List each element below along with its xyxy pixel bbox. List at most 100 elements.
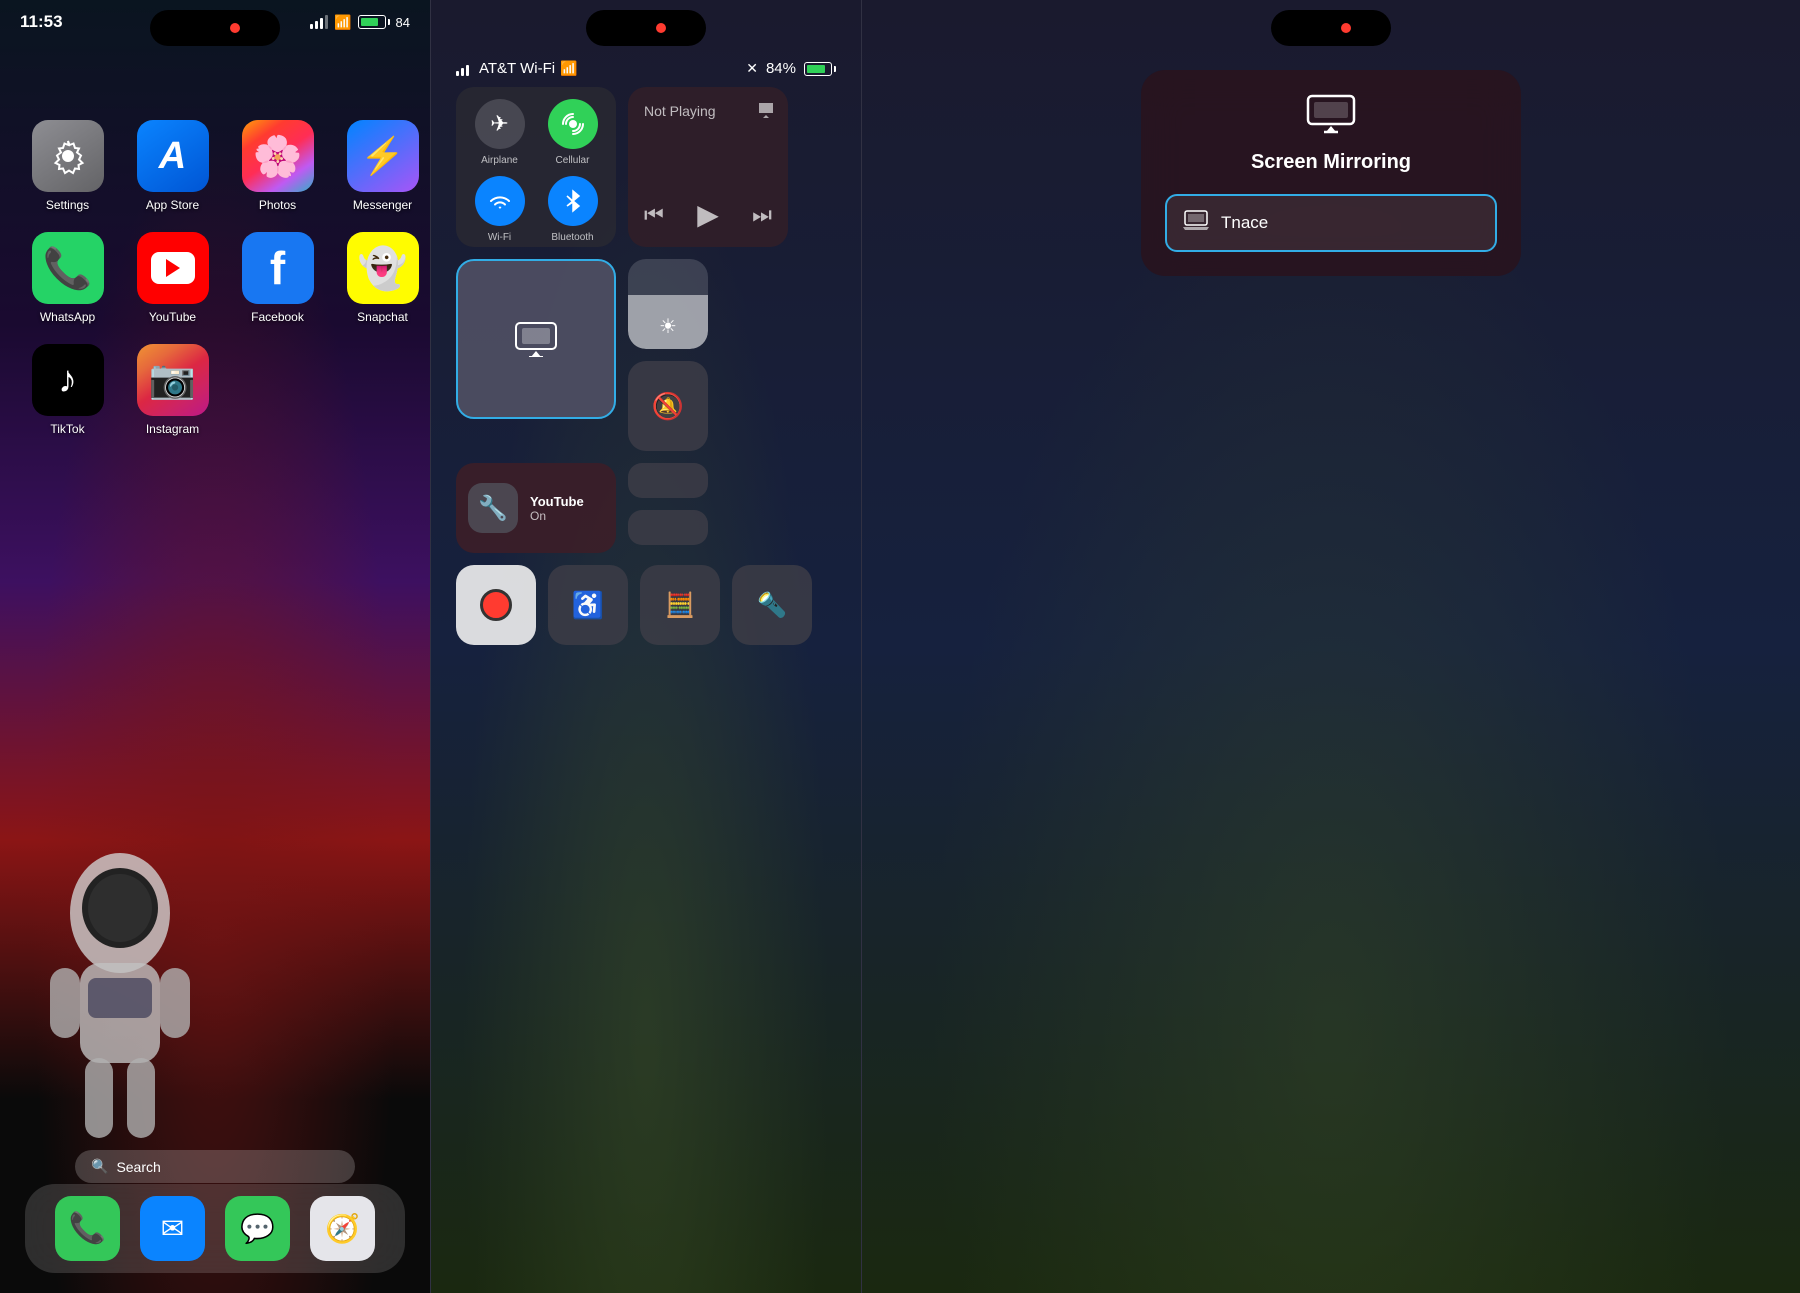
search-bar[interactable]: 🔍 Search (75, 1150, 355, 1183)
app-tiktok[interactable]: ♪ TikTok (25, 344, 110, 436)
bluetooth-control[interactable]: Bluetooth (541, 176, 604, 243)
bluetooth-icon (548, 176, 598, 226)
screen-mirroring-tile[interactable] (456, 259, 616, 419)
dock-mail[interactable]: ✉ (140, 1196, 205, 1261)
app-snapchat[interactable]: 👻 Snapchat (340, 232, 425, 324)
signal-bar-2 (315, 21, 318, 29)
app-photos[interactable]: 🌸 Photos (235, 120, 320, 212)
app-youtube[interactable]: YouTube (130, 232, 215, 324)
control-center-panel: AT&T Wi-Fi 📶 ✕ 84% ✈ Airplane (431, 0, 861, 1293)
not-playing-label: Not Playing (644, 103, 772, 119)
youtube-play-bg (151, 252, 195, 284)
bottom-controls-row: ♿ 🧮 🔦 (456, 565, 836, 645)
screen-mirroring-icon (514, 321, 558, 357)
play-button[interactable]: ▶ (697, 198, 719, 231)
brightness-tile[interactable]: ☀ (628, 259, 708, 349)
youtube-on-tile[interactable]: 🔧 YouTube On (456, 463, 616, 553)
mute-tile[interactable]: 🔕 (628, 361, 708, 451)
accessibility-tile[interactable]: ♿ (548, 565, 628, 645)
screen-record-icon (480, 589, 512, 621)
tiktok-icon: ♪ (32, 344, 104, 416)
wifi-label: Wi-Fi (488, 232, 511, 243)
mirror-device-option[interactable]: Tnace (1165, 194, 1497, 252)
flashlight-tile[interactable]: 🔦 (732, 565, 812, 645)
mirror-device-icon (1183, 210, 1209, 236)
app-facebook[interactable]: f Facebook (235, 232, 320, 324)
cellular-icon (548, 99, 598, 149)
cellular-wave-icon (561, 112, 585, 136)
laptop-icon (1183, 210, 1209, 230)
whatsapp-phone-icon: 📞 (43, 245, 93, 292)
recording-indicator-home (230, 23, 240, 33)
recording-indicator-control (656, 23, 666, 33)
wifi-tile-icon (475, 176, 525, 226)
snapchat-icon: 👻 (347, 232, 419, 304)
wifi-svg-icon (488, 189, 512, 213)
dock-safari[interactable]: 🧭 (310, 1196, 375, 1261)
dock-phone[interactable]: 📞 (55, 1196, 120, 1261)
status-icons-home: 📶 84 (310, 14, 410, 31)
dynamic-island-home (150, 10, 280, 46)
app-instagram[interactable]: 📷 Instagram (130, 344, 215, 436)
mirror-title-text: Screen Mirroring (1251, 151, 1411, 174)
app-settings[interactable]: Settings (25, 120, 110, 212)
dock-messages[interactable]: 💬 (225, 1196, 290, 1261)
carrier-name: AT&T Wi-Fi (479, 60, 555, 77)
app-appstore-label: App Store (146, 198, 199, 212)
search-label: Search (116, 1159, 160, 1175)
extra-tile-1[interactable] (628, 463, 708, 498)
control-top-row: ✈ Airplane Cellular (431, 87, 861, 259)
youtube-icon (137, 232, 209, 304)
phone-icon: 📞 (69, 1211, 106, 1246)
appstore-a-icon: A (159, 135, 186, 178)
rewind-button[interactable]: ⏮ (644, 202, 664, 228)
airplay-icon[interactable] (756, 99, 776, 124)
photos-icon: 🌸 (242, 120, 314, 192)
photos-flower-icon: 🌸 (253, 133, 303, 180)
youtube-play-icon (166, 259, 180, 277)
status-left-control: AT&T Wi-Fi 📶 (456, 60, 578, 77)
bluetooth-svg-icon (563, 189, 583, 213)
battery-icon (358, 15, 390, 29)
app-messenger[interactable]: ⚡ Messenger (340, 120, 425, 212)
fast-forward-button[interactable]: ⏭ (752, 202, 772, 228)
calculator-tile[interactable]: 🧮 (640, 565, 720, 645)
airplane-icon: ✈ (475, 99, 525, 149)
wifi-control[interactable]: Wi-Fi (468, 176, 531, 243)
status-time: 11:53 (20, 12, 63, 32)
app-youtube-label: YouTube (149, 310, 196, 324)
signal-bar-3 (320, 18, 323, 29)
airplane-mode-control[interactable]: ✈ Airplane (468, 99, 531, 166)
accessibility-icon: ♿ (572, 590, 604, 621)
ctrl-signal-1 (456, 71, 459, 76)
airplane-label: Airplane (481, 155, 518, 166)
mail-icon: ✉ (161, 1212, 184, 1245)
screen-mirroring-popup: Screen Mirroring Tnace (1141, 70, 1521, 276)
app-whatsapp[interactable]: 📞 WhatsApp (25, 232, 110, 324)
tiktok-note-icon: ♪ (58, 359, 77, 402)
whatsapp-icon: 📞 (32, 232, 104, 304)
extra-tile-2[interactable] (628, 510, 708, 545)
app-facebook-label: Facebook (251, 310, 304, 324)
app-tiktok-label: TikTok (50, 422, 84, 436)
cellular-control[interactable]: Cellular (541, 99, 604, 166)
facebook-icon: f (242, 232, 314, 304)
app-appstore[interactable]: A App Store (130, 120, 215, 212)
brightness-icon: ☀ (659, 314, 677, 339)
mute-icon: 🔕 (652, 391, 684, 422)
safari-icon: 🧭 (325, 1212, 360, 1245)
mirror-display-icon (1306, 94, 1356, 143)
app-photos-label: Photos (259, 198, 296, 212)
search-icon: 🔍 (91, 1158, 108, 1175)
app-messenger-label: Messenger (353, 198, 412, 212)
ctrl-signal-3 (466, 65, 469, 76)
battery-percent-control: 84% (766, 60, 796, 77)
instagram-icon: 📷 (137, 344, 209, 416)
screen-record-tile[interactable] (456, 565, 536, 645)
mirror-display-svg (1306, 94, 1356, 134)
instagram-camera-icon: 📷 (149, 358, 196, 402)
wifi-status-icon: 📶 (560, 60, 577, 77)
youtube-tile-status: On (530, 509, 584, 523)
app-instagram-label: Instagram (146, 422, 199, 436)
battery-percent: 84 (396, 15, 410, 30)
